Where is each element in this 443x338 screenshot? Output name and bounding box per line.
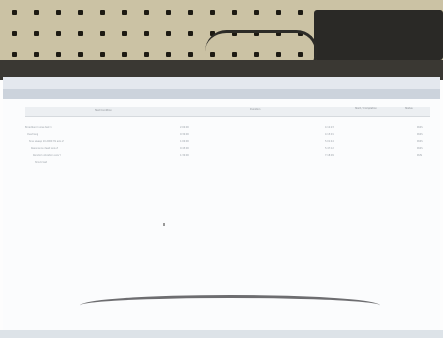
test-name: Sine sweep 10-2000 Hz axis Z <box>29 140 64 143</box>
window-title-bar <box>3 77 440 89</box>
column-header-time[interactable]: Start / Completion <box>355 107 377 110</box>
pegboard-hole <box>78 10 83 15</box>
pegboard-hole <box>100 10 105 15</box>
status: RUN <box>417 154 422 157</box>
column-header-test[interactable]: Test Condition <box>95 109 112 112</box>
duration: 2:00:00 <box>180 126 189 129</box>
pegboard-hole <box>122 31 127 36</box>
monitor-reflection <box>80 295 380 316</box>
time: 5:01:44 <box>325 140 334 143</box>
pegboard-hole <box>298 10 303 15</box>
mouse-cursor-icon <box>163 223 165 226</box>
time: 4:15:01 <box>325 133 334 136</box>
pegboard-hole <box>144 31 149 36</box>
table-row[interactable]: Sine sweep 10-2000 Hz axis Z 1:00:00 5:0… <box>25 140 430 146</box>
monitor-bottom-edge <box>0 330 443 338</box>
status: PASS <box>417 147 423 150</box>
status: PASS <box>417 126 423 129</box>
time: 5:47:12 <box>325 147 334 150</box>
test-name: Resonance dwell axis Z <box>31 147 58 150</box>
pegboard-hole <box>144 52 149 57</box>
pegboard-hole <box>34 52 39 57</box>
pegboard-hole <box>232 10 237 15</box>
test-name: Overhang <box>27 133 39 136</box>
pegboard-hole <box>56 10 61 15</box>
table-row[interactable]: Overhang 0:30:00 4:15:01 PASS <box>25 133 430 139</box>
duration: 0:30:00 <box>180 133 189 136</box>
duration: 1:00:00 <box>180 140 189 143</box>
test-name: Broadband noise test 1 <box>25 126 52 129</box>
time: 4:12:23 <box>325 126 334 129</box>
test-name: Random vibration axis Y <box>33 154 61 157</box>
pegboard-hole <box>188 31 193 36</box>
power-supply-box <box>314 10 443 60</box>
window-toolbar <box>3 89 440 99</box>
pegboard-hole <box>12 52 17 57</box>
status: PASS <box>417 140 423 143</box>
pegboard-hole <box>188 10 193 15</box>
pegboard-hole <box>12 10 17 15</box>
table-row[interactable]: Broadband noise test 1 2:00:00 4:12:23 P… <box>25 126 430 132</box>
table-row[interactable]: Random vibration axis Y 1:30:00 7:18:09 … <box>25 154 430 160</box>
column-header-status[interactable]: Status <box>405 107 413 110</box>
pegboard-hole <box>144 10 149 15</box>
test-name: Shock test <box>35 161 48 164</box>
pegboard-hole <box>100 31 105 36</box>
pegboard-hole <box>34 10 39 15</box>
column-header-duration[interactable]: Duration <box>250 108 260 111</box>
pegboard-hole <box>188 52 193 57</box>
status: PASS <box>417 133 423 136</box>
pegboard-hole <box>34 31 39 36</box>
pegboard-hole <box>56 31 61 36</box>
duration: 1:30:00 <box>180 154 189 157</box>
pegboard-hole <box>254 10 259 15</box>
pegboard-hole <box>210 10 215 15</box>
pegboard-hole <box>100 52 105 57</box>
pegboard-hole <box>78 52 83 57</box>
pegboard-hole <box>166 52 171 57</box>
table-row[interactable]: Resonance dwell axis Z 0:45:00 5:47:12 P… <box>25 147 430 153</box>
pegboard-hole <box>276 10 281 15</box>
pegboard-hole <box>166 10 171 15</box>
pegboard-hole <box>56 52 61 57</box>
time: 7:18:09 <box>325 154 334 157</box>
pegboard-hole <box>12 31 17 36</box>
duration: 0:45:00 <box>180 147 189 150</box>
table-row[interactable]: Shock test <box>25 161 430 167</box>
table-header: Test Condition Duration Start / Completi… <box>25 107 430 117</box>
pegboard-hole <box>78 31 83 36</box>
pegboard-hole <box>122 52 127 57</box>
pegboard-hole <box>122 10 127 15</box>
pegboard-hole <box>166 31 171 36</box>
